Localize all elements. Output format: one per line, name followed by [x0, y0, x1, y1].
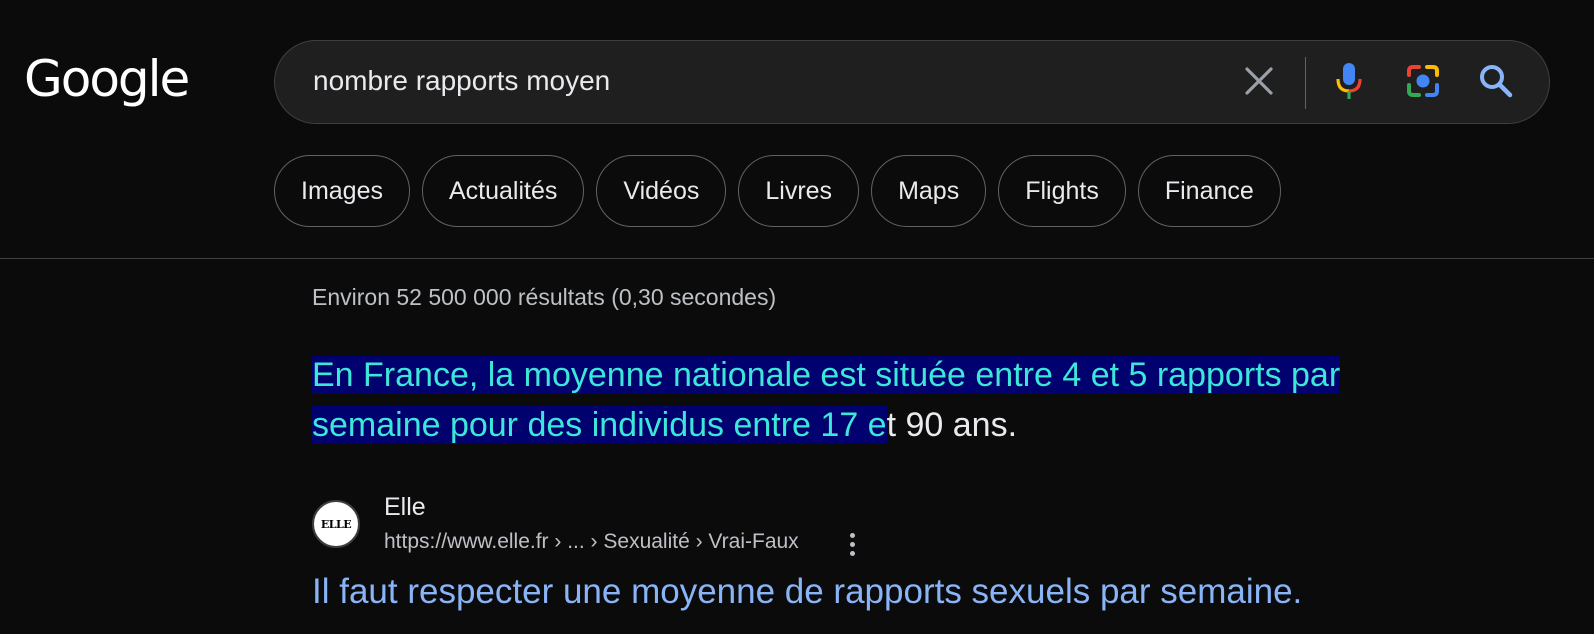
- results-stats: Environ 52 500 000 résultats (0,30 secon…: [312, 284, 777, 310]
- search-filter-chips: Images Actualités Vidéos Livres Maps Fli…: [274, 155, 1281, 227]
- result-url[interactable]: https://www.elle.fr › ... › Sexualité › …: [384, 530, 799, 554]
- search-icon[interactable]: [1474, 59, 1518, 103]
- site-favicon[interactable]: ELLE: [312, 500, 360, 548]
- search-box-divider: [1305, 57, 1306, 109]
- mic-icon[interactable]: [1327, 59, 1371, 103]
- close-icon[interactable]: [1237, 59, 1281, 103]
- chip-flights[interactable]: Flights: [998, 155, 1126, 227]
- header-divider: [0, 258, 1594, 259]
- featured-snippet: En France, la moyenne nationale est situ…: [312, 350, 1442, 450]
- google-logo[interactable]: Google: [24, 54, 190, 104]
- featured-snippet-rest: t 90 ans.: [886, 406, 1018, 444]
- more-options-icon[interactable]: [840, 530, 864, 558]
- favicon-text: ELLE: [320, 517, 352, 531]
- result-site-name[interactable]: Elle: [384, 493, 426, 522]
- search-box[interactable]: nombre rapports moyen: [274, 40, 1550, 124]
- search-input[interactable]: nombre rapports moyen: [313, 65, 610, 97]
- chip-videos[interactable]: Vidéos: [596, 155, 727, 227]
- chip-actualites[interactable]: Actualités: [421, 155, 585, 227]
- chip-finance[interactable]: Finance: [1137, 155, 1281, 227]
- chip-maps[interactable]: Maps: [871, 155, 987, 227]
- result-title-link[interactable]: Il faut respecter une moyenne de rapport…: [312, 572, 1302, 612]
- search-results-page: Google nombre rapports moyen Images Actu…: [0, 0, 1594, 634]
- featured-snippet-highlight: En France, la moyenne nationale est situ…: [312, 356, 1341, 444]
- chip-images[interactable]: Images: [274, 155, 410, 227]
- camera-lens-icon[interactable]: [1401, 59, 1445, 103]
- chip-livres[interactable]: Livres: [738, 155, 860, 227]
